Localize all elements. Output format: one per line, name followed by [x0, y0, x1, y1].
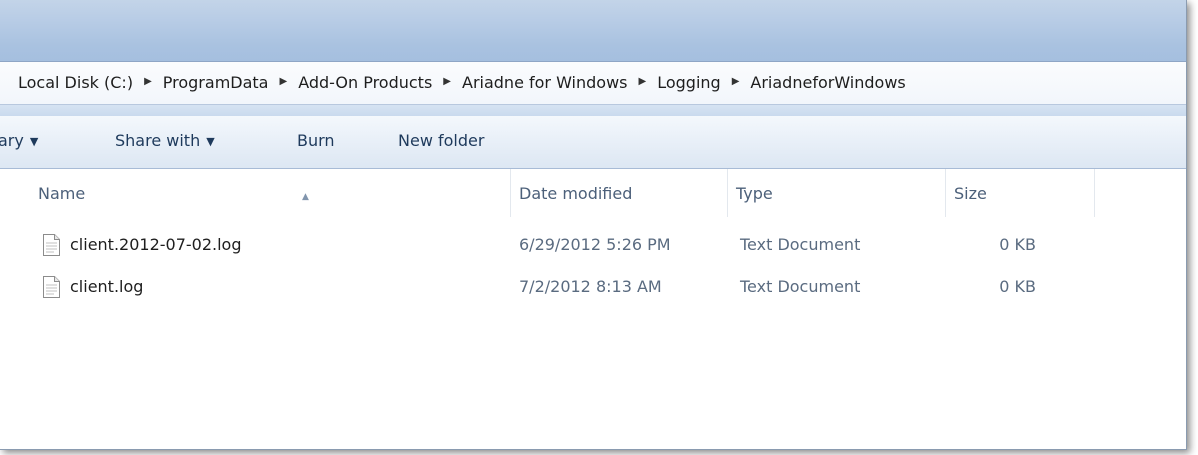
command-toolbar: ary ▼ Share with ▼ Burn New folder — [0, 116, 1186, 169]
breadcrumb-ariadne-for-windows[interactable]: Ariadne for Windows — [462, 73, 628, 92]
breadcrumb-programdata[interactable]: ProgramData — [163, 73, 269, 92]
explorer-window: Local Disk (C:) ▶ ProgramData ▶ Add-On P… — [0, 0, 1187, 450]
file-type: Text Document — [740, 235, 861, 254]
sort-ascending-icon: ▲ — [302, 192, 309, 202]
breadcrumb-separator-icon[interactable]: ▶ — [279, 76, 287, 87]
breadcrumb-separator-icon[interactable]: ▶ — [443, 76, 451, 87]
file-size: 0 KB — [999, 235, 1036, 254]
include-in-library-button[interactable]: ary ▼ — [0, 131, 38, 150]
breadcrumb-ariadneforwindows[interactable]: AriadneforWindows — [750, 73, 905, 92]
breadcrumb-separator-icon[interactable]: ▶ — [639, 76, 647, 87]
address-bar[interactable]: Local Disk (C:) ▶ ProgramData ▶ Add-On P… — [0, 61, 1186, 105]
title-bar[interactable] — [0, 0, 1186, 61]
file-name: client.2012-07-02.log — [70, 235, 242, 254]
file-name: client.log — [70, 277, 144, 296]
include-in-library-label: ary — [0, 131, 24, 150]
column-header-name-label: Name — [38, 184, 86, 203]
column-divider[interactable] — [1094, 169, 1095, 217]
file-row[interactable]: client.2012-07-02.log 6/29/2012 5:26 PM … — [0, 225, 1100, 267]
text-file-icon — [43, 234, 60, 256]
column-headers: Name ▲ Date modified Type Size — [0, 169, 1186, 217]
share-with-label: Share with — [115, 131, 201, 150]
breadcrumb-local-disk[interactable]: Local Disk (C:) — [18, 73, 133, 92]
chevron-down-icon: ▼ — [206, 135, 215, 148]
text-file-icon — [43, 276, 60, 298]
file-row[interactable]: client.log 7/2/2012 8:13 AM Text Documen… — [0, 267, 1100, 309]
column-header-size[interactable]: Size — [946, 169, 1094, 217]
breadcrumb-separator-icon[interactable]: ▶ — [144, 76, 152, 87]
address-bar-gap — [0, 105, 1186, 116]
breadcrumb-separator-icon[interactable]: ▶ — [732, 76, 740, 87]
column-header-date[interactable]: Date modified — [511, 169, 727, 217]
new-folder-button[interactable]: New folder — [398, 131, 484, 150]
breadcrumb: Local Disk (C:) ▶ ProgramData ▶ Add-On P… — [18, 73, 906, 92]
file-date-modified: 7/2/2012 8:13 AM — [519, 277, 662, 296]
chevron-down-icon: ▼ — [29, 135, 39, 148]
breadcrumb-add-on-products[interactable]: Add-On Products — [298, 73, 432, 92]
column-header-name[interactable]: Name ▲ — [30, 169, 510, 217]
column-header-type[interactable]: Type — [728, 169, 945, 217]
burn-button[interactable]: Burn — [297, 131, 335, 150]
file-date-modified: 6/29/2012 5:26 PM — [519, 235, 671, 254]
share-with-button[interactable]: Share with ▼ — [115, 131, 215, 150]
file-size: 0 KB — [999, 277, 1036, 296]
file-type: Text Document — [740, 277, 861, 296]
breadcrumb-logging[interactable]: Logging — [657, 73, 720, 92]
